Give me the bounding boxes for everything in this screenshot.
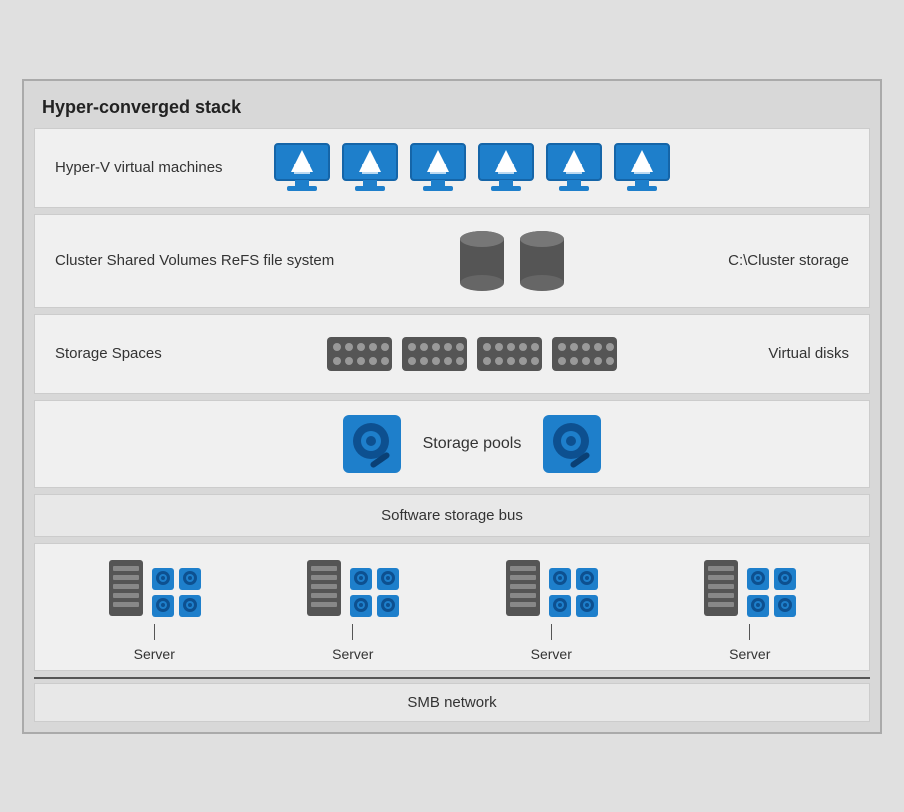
- csv-row: Cluster Shared Volumes ReFS file system …: [34, 214, 870, 308]
- smb-section: SMB network: [34, 677, 870, 722]
- server-disks-3: [548, 567, 599, 618]
- server-unit-3: Server: [504, 558, 599, 662]
- raid-icon-4: [552, 337, 617, 371]
- server-line-1: [154, 624, 155, 640]
- storage-spaces-right-label: Virtual disks: [689, 345, 849, 362]
- csv-label: Cluster Shared Volumes ReFS file system: [55, 252, 334, 269]
- smb-row: SMB network: [34, 683, 870, 722]
- raid-icon-1: [327, 337, 392, 371]
- server-tower-icon-1: [107, 558, 145, 618]
- server-label-3: Server: [531, 646, 572, 662]
- server-label-1: Server: [134, 646, 175, 662]
- server-unit-1: Server: [107, 558, 202, 662]
- storage-pools-row: Storage pools: [34, 400, 870, 488]
- server-disks-2: [349, 567, 400, 618]
- csv-content: [334, 227, 689, 295]
- csv-right-label: C:\Cluster storage: [689, 252, 849, 269]
- diagram-title: Hyper-converged stack: [34, 91, 870, 128]
- server-graphic-1: [107, 558, 202, 618]
- server-disks-4: [746, 567, 797, 618]
- vm-monitor-1: [273, 142, 331, 194]
- software-bus-label: Software storage bus: [381, 507, 523, 524]
- server-line-2: [352, 624, 353, 640]
- storage-spaces-content: [255, 337, 689, 371]
- server-unit-2: Server: [305, 558, 400, 662]
- db-icon-1: [457, 227, 507, 295]
- hyperv-row: Hyper-V virtual machines: [34, 128, 870, 208]
- server-row: Server Serve: [34, 543, 870, 671]
- vm-monitor-3: [409, 142, 467, 194]
- server-label-2: Server: [332, 646, 373, 662]
- storage-spaces-row: Storage Spaces: [34, 314, 870, 394]
- server-line-4: [749, 624, 750, 640]
- smb-label: SMB network: [407, 694, 496, 711]
- software-bus-row: Software storage bus: [34, 494, 870, 537]
- storage-spaces-label: Storage Spaces: [55, 345, 255, 362]
- server-line-3: [551, 624, 552, 640]
- hdd-icon-right: [541, 413, 603, 475]
- hyperv-content: [255, 142, 689, 194]
- db-icon-2: [517, 227, 567, 295]
- server-tower-icon-3: [504, 558, 542, 618]
- server-tower-icon-2: [305, 558, 343, 618]
- hdd-icon-left: [341, 413, 403, 475]
- raid-icon-2: [402, 337, 467, 371]
- diagram-container: Hyper-converged stack Hyper-V virtual ma…: [22, 79, 882, 734]
- vm-monitor-4: [477, 142, 535, 194]
- vm-monitor-6: [613, 142, 671, 194]
- server-graphic-4: [702, 558, 797, 618]
- server-tower-icon-4: [702, 558, 740, 618]
- server-graphic-2: [305, 558, 400, 618]
- server-unit-4: Server: [702, 558, 797, 662]
- storage-pools-label: Storage pools: [423, 435, 522, 453]
- server-graphic-3: [504, 558, 599, 618]
- hyperv-label: Hyper-V virtual machines: [55, 159, 255, 176]
- storage-pools-content: Storage pools: [255, 413, 689, 475]
- smb-network-line: [34, 677, 870, 679]
- vm-monitor-2: [341, 142, 399, 194]
- vm-monitor-5: [545, 142, 603, 194]
- raid-icon-3: [477, 337, 542, 371]
- server-label-4: Server: [729, 646, 770, 662]
- server-disks-1: [151, 567, 202, 618]
